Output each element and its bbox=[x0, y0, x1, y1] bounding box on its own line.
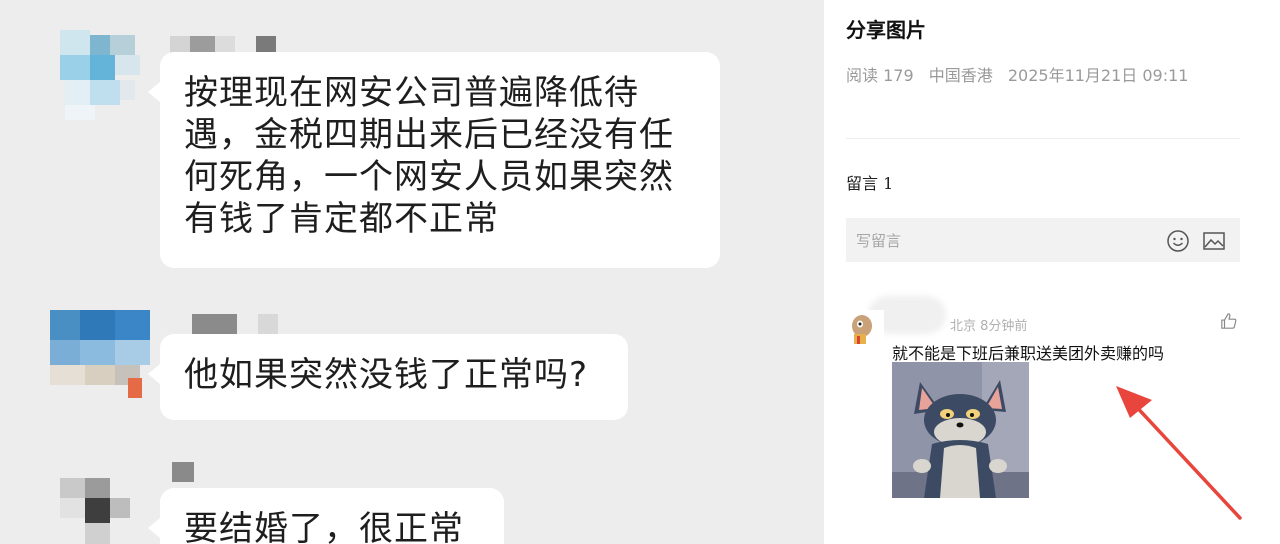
name-pixelated bbox=[192, 314, 282, 334]
message-line: 按理现在网安公司普遍降低待 bbox=[184, 73, 639, 113]
name-pixelated bbox=[172, 462, 194, 482]
chat-bubble: 按理现在网安公司普遍降低待 遇，金税四期出来后已经没有任 何死角，一个网安人员如… bbox=[148, 52, 720, 268]
commenter-avatar[interactable] bbox=[848, 310, 884, 346]
read-count: 阅读 179 bbox=[846, 66, 914, 85]
comment-location-time: 北京 8分钟前 bbox=[950, 319, 1028, 334]
emoji-icon[interactable] bbox=[1166, 229, 1190, 253]
thumbs-up-icon[interactable] bbox=[1220, 312, 1238, 330]
chat-screenshot: 按理现在网安公司普遍降低待 遇，金税四期出来后已经没有任 何死角，一个网安人员如… bbox=[0, 0, 824, 544]
annotation-arrow bbox=[1116, 386, 1242, 520]
comment-input-box[interactable] bbox=[846, 218, 1240, 262]
post-meta: 阅读 179 中国香港 2025年11月21日 09:11 bbox=[846, 62, 1198, 86]
post-datetime: 2025年11月21日 09:11 bbox=[1007, 66, 1189, 85]
comment-input[interactable] bbox=[854, 228, 1138, 254]
avatar-pixelated bbox=[60, 468, 130, 544]
message-line: 有钱了肯定都不正常 bbox=[184, 199, 499, 239]
comment-count: 留言 1 bbox=[846, 174, 894, 193]
message-line: 何死角，一个网安人员如果突然 bbox=[184, 157, 674, 197]
post-title: 分享图片 bbox=[846, 18, 926, 42]
avatar-pixelated bbox=[50, 310, 150, 400]
image-icon[interactable] bbox=[1202, 229, 1226, 253]
post-location: 中国香港 bbox=[928, 66, 993, 85]
avatar-pixelated bbox=[50, 30, 150, 120]
chat-bubble: 他如果突然没钱了正常吗? bbox=[148, 334, 628, 420]
message-line: 他如果突然没钱了正常吗? bbox=[184, 355, 589, 395]
chat-bubble: 要结婚了，很正常 bbox=[148, 488, 504, 544]
cat-sticker-image bbox=[892, 362, 1029, 498]
message-line: 遇，金税四期出来后已经没有任 bbox=[184, 115, 674, 155]
divider bbox=[846, 138, 1240, 139]
comment-text: 就不能是下班后兼职送美团外卖赚的吗 bbox=[892, 344, 1165, 363]
message-line: 要结婚了，很正常 bbox=[184, 509, 464, 544]
